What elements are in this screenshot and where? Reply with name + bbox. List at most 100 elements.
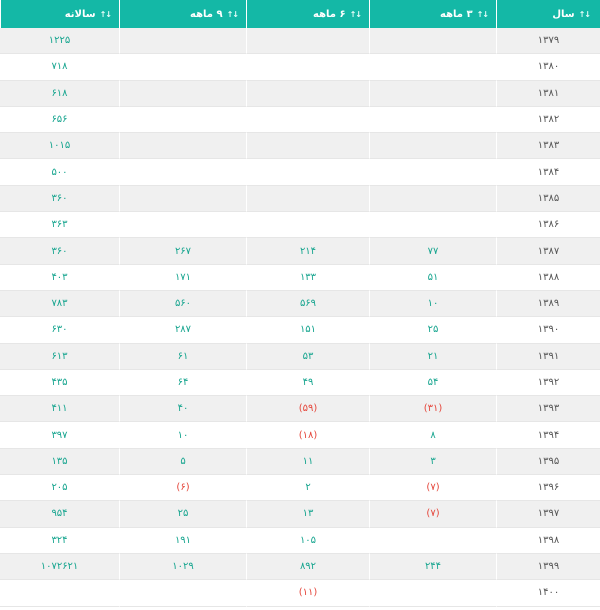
cell-year: ۱۳۸۷ [496,238,600,265]
cell-m9 [119,80,246,107]
cell-annual: ۱۲۲۵ [0,28,119,55]
data-table: ↓↑ سال ↓↑ ۳ ماهه ↓↑ ۶ ماهه ↓↑ ۹ ماهه ↓↑ … [0,0,600,607]
cell-annual: ۳۶۰ [0,238,119,265]
cell-year: ۱۳۹۳ [496,396,600,423]
cell-m9 [119,133,246,160]
cell-annual [0,580,119,607]
cell-annual: ۶۳۰ [0,317,119,344]
table-row: ۱۳۸۴ ۵۰۰ [0,159,600,186]
cell-year: ۱۳۹۷ [496,501,600,528]
cell-annual: ۳۹۷ [0,422,119,449]
cell-m3 [369,133,496,160]
cell-m9: ۱۰۲۹ [119,553,246,581]
cell-year: ۱۳۸۹ [496,290,600,318]
cell-m9 [119,28,246,55]
sort-icon: ↓↑ [226,9,239,19]
header-6-month[interactable]: ↓↑ ۶ ماهه [246,0,369,28]
cell-m3: ۸ [369,422,496,449]
cell-year: ۱۳۸۶ [496,212,600,239]
table-header: ↓↑ سال ↓↑ ۳ ماهه ↓↑ ۶ ماهه ↓↑ ۹ ماهه ↓↑ … [0,0,600,28]
cell-annual: ۳۶۳ [0,212,119,239]
cell-m3 [369,527,496,554]
cell-m3 [369,106,496,134]
cell-m6: ۴۹ [246,369,369,397]
cell-year: ۱۳۸۲ [496,106,600,134]
cell-year: ۱۳۸۵ [496,185,600,213]
table-row: ۱۳۹۶ (۷) ۲ (۶) ۲۰۵ [0,475,600,502]
header-annual[interactable]: ↓↑ سالانه [0,0,119,28]
table-row: ۱۳۹۲ ۵۴ ۴۹ ۶۴ ۴۳۵ [0,369,600,397]
header-label: ۹ ماهه [190,8,223,20]
cell-m6 [246,54,369,81]
cell-m3: ۳ [369,448,496,476]
cell-annual: ۷۱۸ [0,54,119,81]
table-row: ۱۳۹۴ ۸ (۱۸) ۱۰ ۳۹۷ [0,422,600,449]
cell-m3 [369,54,496,81]
table-row: ۱۳۸۲ ۶۵۶ [0,106,600,134]
table-row: ۱۳۸۱ ۶۱۸ [0,80,600,107]
cell-year: ۱۳۹۱ [496,343,600,370]
table-row: ۱۳۸۰ ۷۱۸ [0,54,600,81]
cell-m6 [246,133,369,160]
cell-m9 [119,580,246,607]
cell-m3: ۷۷ [369,238,496,265]
cell-m3: (۷) [369,501,496,528]
header-9-month[interactable]: ↓↑ ۹ ماهه [119,0,246,28]
table-body: ۱۳۷۹ ۱۲۲۵ ۱۳۸۰ ۷۱۸ ۱۳۸۱ ۶۱۸ ۱۳۸۲ ۶۵۶ ۱۳۸۳ ۱۰۱۵ ۱۳۸… [0,28,600,607]
cell-m6: ۲۱۴ [246,238,369,265]
header-3-month[interactable]: ↓↑ ۳ ماهه [369,0,496,28]
table-row: ۱۳۷۹ ۱۲۲۵ [0,28,600,55]
cell-m6 [246,212,369,239]
cell-year: ۱۳۹۴ [496,422,600,449]
cell-m9: ۲۵ [119,501,246,528]
cell-m6: ۵۶۹ [246,290,369,318]
cell-m6: ۲ [246,475,369,502]
cell-m6 [246,106,369,134]
cell-m6: ۱۳ [246,501,369,528]
cell-year: ۱۳۸۱ [496,80,600,107]
cell-m3: (۷) [369,475,496,502]
table-row: ۱۳۸۳ ۱۰۱۵ [0,133,600,160]
cell-m9: ۴۰ [119,396,246,423]
table-row: ۱۳۸۸ ۵۱ ۱۳۳ ۱۷۱ ۴۰۳ [0,264,600,291]
cell-annual: ۱۳۵ [0,448,119,476]
cell-m6 [246,28,369,55]
table-row: ۱۳۸۷ ۷۷ ۲۱۴ ۲۶۷ ۳۶۰ [0,238,600,265]
cell-annual: ۶۱۳ [0,343,119,370]
header-label: ۶ ماهه [313,8,346,20]
cell-m9: (۶) [119,475,246,502]
cell-annual: ۷۸۳ [0,290,119,318]
table-row: ۱۳۹۳ (۳۱) (۵۹) ۴۰ ۴۱۱ [0,396,600,423]
table-row: ۱۳۹۱ ۲۱ ۵۳ ۶۱ ۶۱۳ [0,343,600,370]
cell-m6 [246,80,369,107]
table-row: ۱۳۹۰ ۲۵ ۱۵۱ ۲۸۷ ۶۳۰ [0,317,600,344]
sort-icon: ↓↑ [349,9,362,19]
cell-m6: ۱۱ [246,448,369,476]
cell-m6: ۱۳۳ [246,264,369,291]
cell-m6: ۱۰۵ [246,527,369,554]
cell-year: ۱۳۹۲ [496,369,600,397]
cell-m3: ۵۴ [369,369,496,397]
cell-m3: ۵۱ [369,264,496,291]
table-row: ۱۳۸۶ ۳۶۳ [0,212,600,239]
cell-m9: ۲۸۷ [119,317,246,344]
cell-m3: ۲۵ [369,317,496,344]
cell-m3 [369,80,496,107]
cell-m9: ۵ [119,448,246,476]
cell-m9: ۵۶۰ [119,290,246,318]
cell-m9 [119,54,246,81]
cell-annual: ۴۳۵ [0,369,119,397]
cell-m3 [369,185,496,213]
header-year[interactable]: ↓↑ سال [496,0,600,28]
cell-year: ۱۳۹۹ [496,553,600,581]
cell-m9 [119,185,246,213]
cell-m3 [369,159,496,186]
cell-m9: ۶۱ [119,343,246,370]
cell-year: ۱۳۹۰ [496,317,600,344]
cell-annual: ۵۰۰ [0,159,119,186]
cell-year: ۱۳۹۸ [496,527,600,554]
cell-annual: ۳۶۰ [0,185,119,213]
cell-m6: (۱۱) [246,580,369,607]
table-row: ۱۳۹۸ ۱۰۵ ۱۹۱ ۳۲۴ [0,527,600,554]
cell-annual: ۶۱۸ [0,80,119,107]
